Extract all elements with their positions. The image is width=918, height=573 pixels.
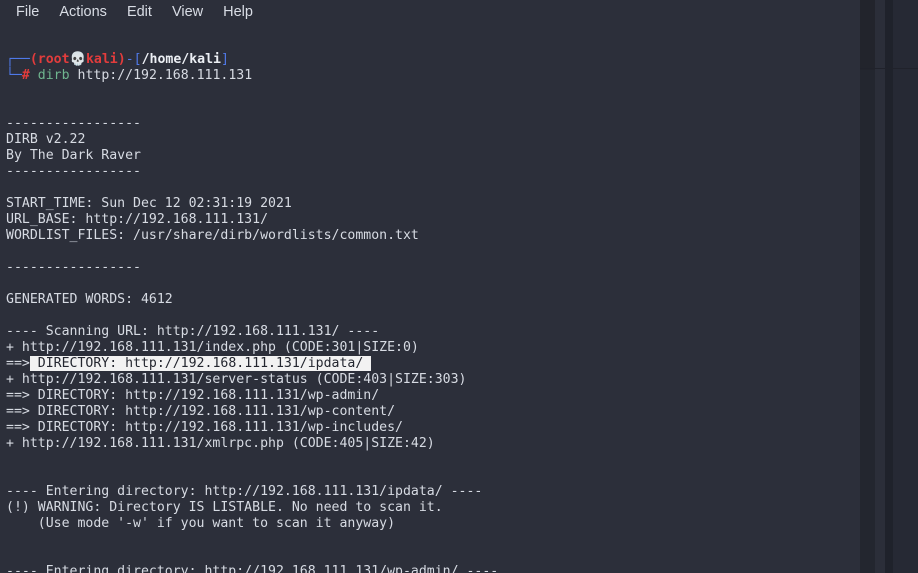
command-name: dirb	[37, 68, 70, 83]
rule-mid: -----------------	[6, 260, 141, 275]
warning-listable: (!) WARNING: Directory IS LISTABLE. No n…	[6, 500, 443, 515]
result-wp-admin: ==> DIRECTORY: http://192.168.111.131/wp…	[6, 388, 380, 403]
prompt-hash: #	[21, 68, 30, 83]
prompt-user: root	[37, 52, 70, 67]
bg-scrollbar-track[interactable]	[885, 0, 893, 573]
entering-ipdata: ---- Entering directory: http://192.168.…	[6, 484, 483, 499]
menu-item-help[interactable]: Help	[223, 0, 253, 24]
start-time: START_TIME: Sun Dec 12 02:31:19 2021	[6, 196, 292, 211]
prompt-cwd: /home/kali	[141, 52, 221, 67]
prompt-paren-close: )	[117, 52, 126, 67]
result-server-status: + http://192.168.111.131/server-status (…	[6, 372, 467, 387]
menu-item-actions[interactable]: Actions	[59, 0, 107, 24]
menu-item-file[interactable]: File	[16, 0, 39, 24]
rule-top: -----------------	[6, 116, 141, 131]
prompt-bracket-close: ]	[221, 52, 229, 67]
bg-panel-edge-d	[860, 0, 875, 70]
warning-mode-hint: (Use mode '-w' if you want to scan it an…	[6, 516, 396, 531]
prompt-line-1: ┌──(root💀kali)-[/home/kali]	[6, 52, 860, 68]
rule-under: -----------------	[6, 164, 141, 179]
wordlist-files: WORDLIST_FILES: /usr/share/dirb/wordlist…	[6, 228, 419, 243]
result-xmlrpc: + http://192.168.111.131/xmlrpc.php (COD…	[6, 436, 435, 451]
menu-bar: File Actions Edit View Help	[0, 0, 356, 24]
prompt-dash: -	[125, 52, 134, 67]
prompt-branch-top: ┌──	[6, 52, 30, 67]
screen: Search … delete it, then RECENT POSTS RE…	[0, 0, 918, 573]
skull-icon: 💀	[69, 52, 86, 67]
prompt-paren-open: (	[29, 52, 38, 67]
generated-words: GENERATED WORDS: 4612	[6, 292, 173, 307]
prompt-branch-bottom: └─	[6, 68, 22, 83]
prompt-line-2: └─# dirb http://192.168.111.131	[6, 68, 860, 84]
banner-author: By The Dark Raver	[6, 148, 141, 163]
result-wp-includes: ==> DIRECTORY: http://192.168.111.131/wp…	[6, 420, 403, 435]
menu-item-edit[interactable]: Edit	[127, 0, 152, 24]
entering-wp-admin: ---- Entering directory: http://192.168.…	[6, 564, 499, 573]
banner-name: DIRB v2.22	[6, 132, 86, 147]
directory-arrow: ==>	[6, 356, 30, 371]
result-index-php: + http://192.168.111.131/index.php (CODE…	[6, 340, 419, 355]
prompt-host: kali	[85, 52, 118, 67]
result-wp-content: ==> DIRECTORY: http://192.168.111.131/wp…	[6, 404, 396, 419]
bg-panel-edge-g	[893, 0, 918, 573]
prompt-bracket-open: [	[133, 52, 142, 67]
command-argument: http://192.168.111.131	[77, 68, 253, 83]
selected-text: DIRECTORY: http://192.168.111.131/ipdata…	[29, 356, 372, 371]
terminal-output[interactable]: ┌──(root💀kali)-[/home/kali] └─# dirb htt…	[0, 30, 860, 573]
url-base: URL_BASE: http://192.168.111.131/	[6, 212, 269, 227]
scanning-url: ---- Scanning URL: http://192.168.111.13…	[6, 324, 380, 339]
bg-panel-edge-e	[875, 0, 885, 573]
result-ipdata-selected[interactable]: ==> DIRECTORY: http://192.168.111.131/ip…	[6, 356, 860, 372]
terminal-window: File Actions Edit View Help ┌──(root💀kal…	[0, 0, 860, 573]
menu-item-view[interactable]: View	[172, 0, 203, 24]
